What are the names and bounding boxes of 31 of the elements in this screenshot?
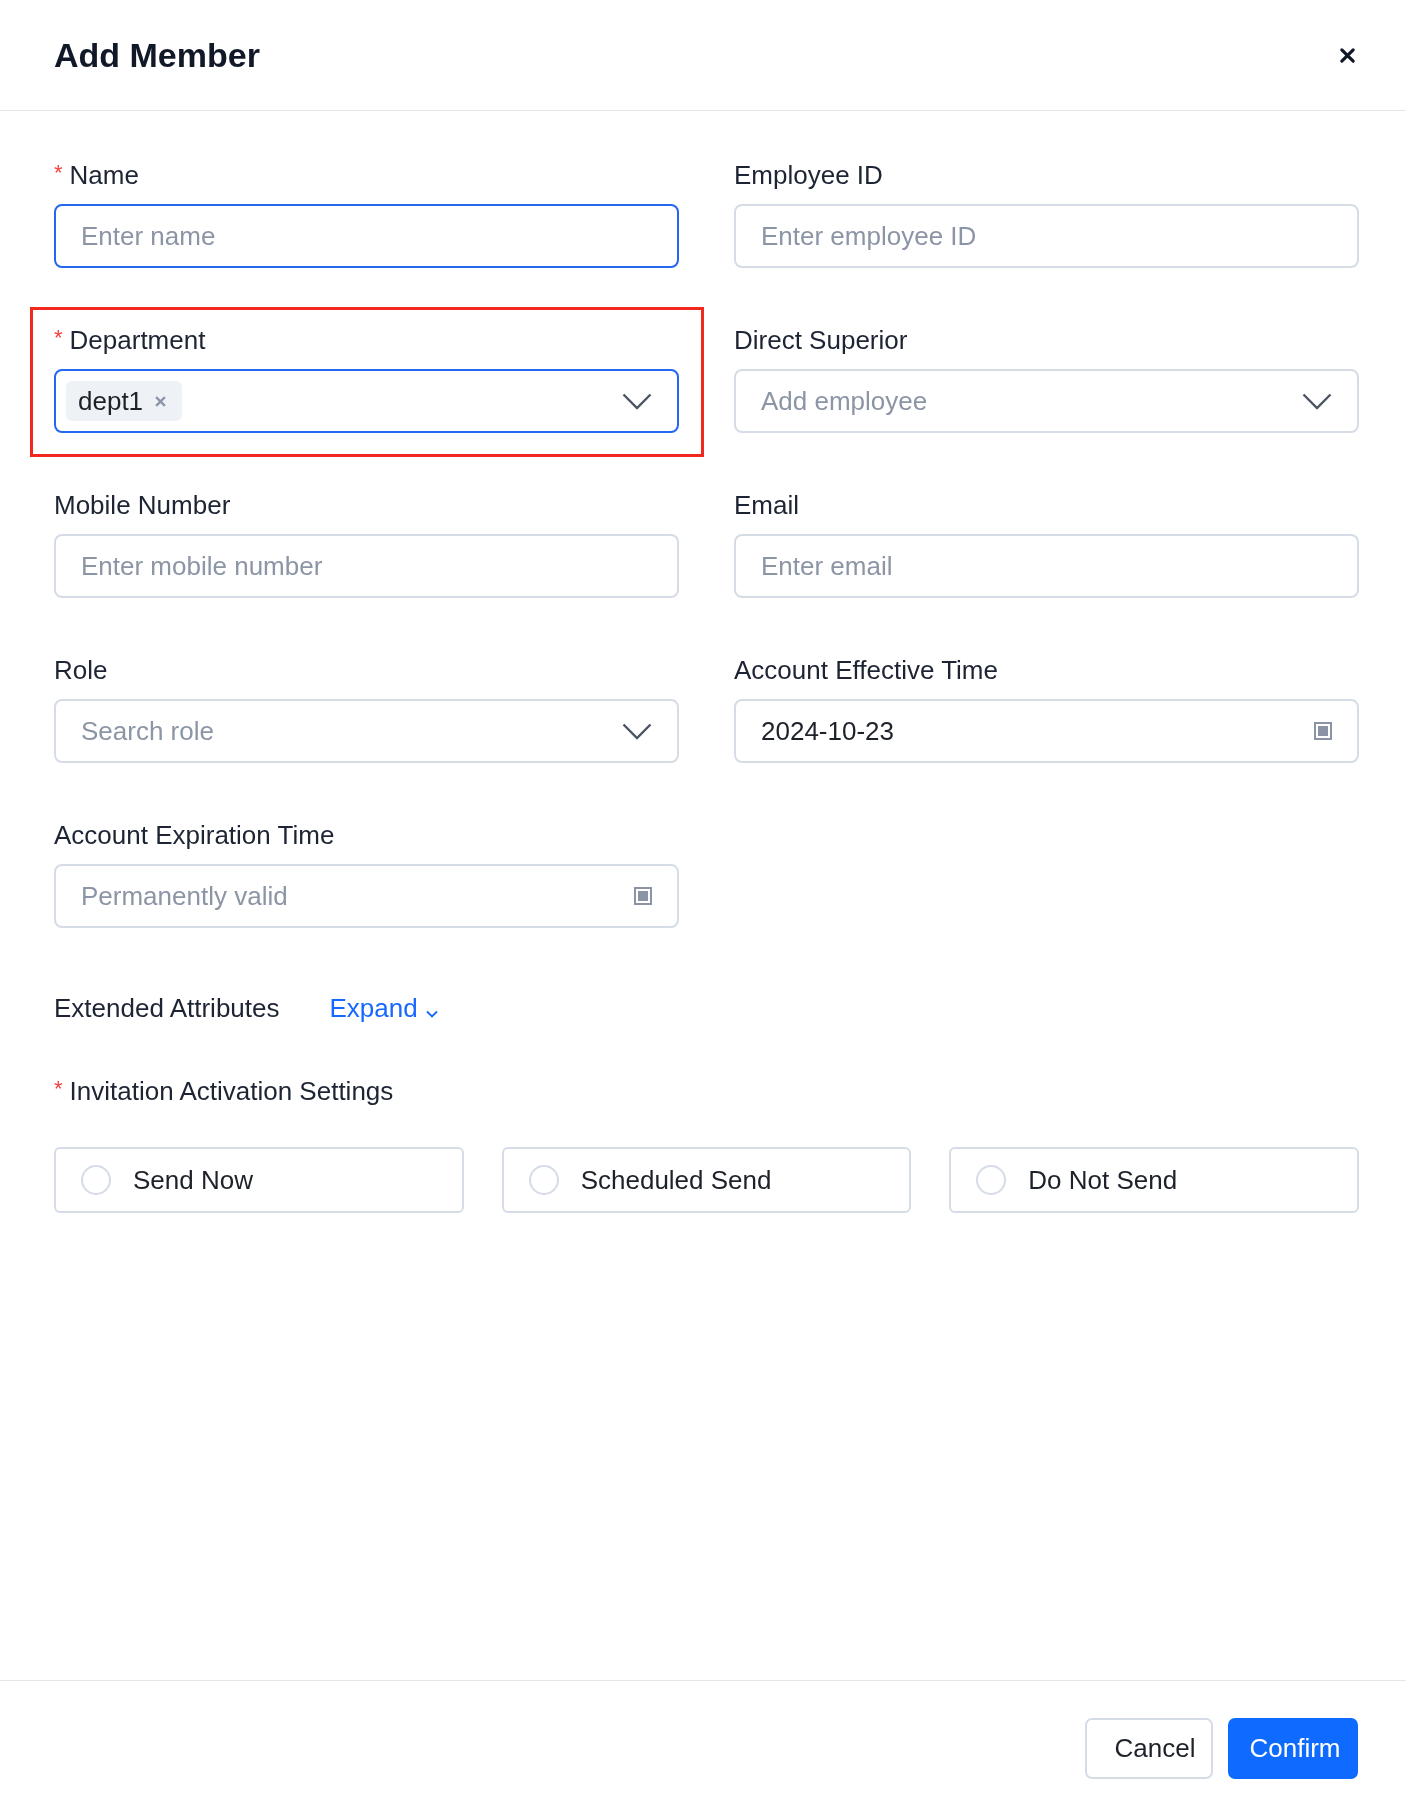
section-label: Extended Attributes bbox=[54, 992, 280, 1024]
tag-text: dept1 bbox=[78, 385, 144, 417]
radio-option[interactable]: Send Now bbox=[54, 1147, 464, 1213]
filled-square-icon bbox=[1314, 722, 1332, 740]
radio-option[interactable]: Do Not Send bbox=[949, 1147, 1359, 1213]
filled-square-icon bbox=[634, 887, 652, 905]
field-label: Direct Superior bbox=[734, 324, 908, 356]
dialog-title: Add Member bbox=[54, 35, 260, 76]
field-label: Mobile Number bbox=[54, 489, 231, 521]
close-icon[interactable] bbox=[1339, 46, 1356, 64]
field-label: Role bbox=[54, 654, 108, 686]
radio-option[interactable]: Scheduled Send bbox=[501, 1147, 912, 1213]
chevron-down-icon bbox=[622, 392, 652, 410]
field-label: Employee ID bbox=[734, 159, 883, 191]
expand-link[interactable]: Expand bbox=[329, 992, 438, 1024]
field-label: Account Effective Time bbox=[734, 654, 998, 686]
confirm-button[interactable]: Confirm bbox=[1228, 1718, 1358, 1779]
field-label: Invitation Activation Settings bbox=[69, 1075, 394, 1107]
date-field[interactable]: 2024-10-23 bbox=[734, 699, 1359, 763]
field-label: Name bbox=[69, 159, 139, 191]
field-label: Account Expiration Time bbox=[54, 819, 335, 851]
select-field[interactable]: dept1 bbox=[54, 369, 679, 433]
required-mark: * bbox=[54, 162, 63, 184]
text-input[interactable]: Enter name bbox=[54, 204, 679, 268]
field-label: Department bbox=[69, 324, 206, 356]
cancel-button[interactable]: Cancel bbox=[1085, 1718, 1213, 1779]
chevron-down-icon bbox=[622, 722, 652, 740]
required-mark: * bbox=[54, 327, 63, 349]
field-label: Email bbox=[734, 489, 799, 521]
required-mark: * bbox=[54, 1078, 63, 1100]
chevron-down-icon bbox=[1302, 392, 1332, 410]
